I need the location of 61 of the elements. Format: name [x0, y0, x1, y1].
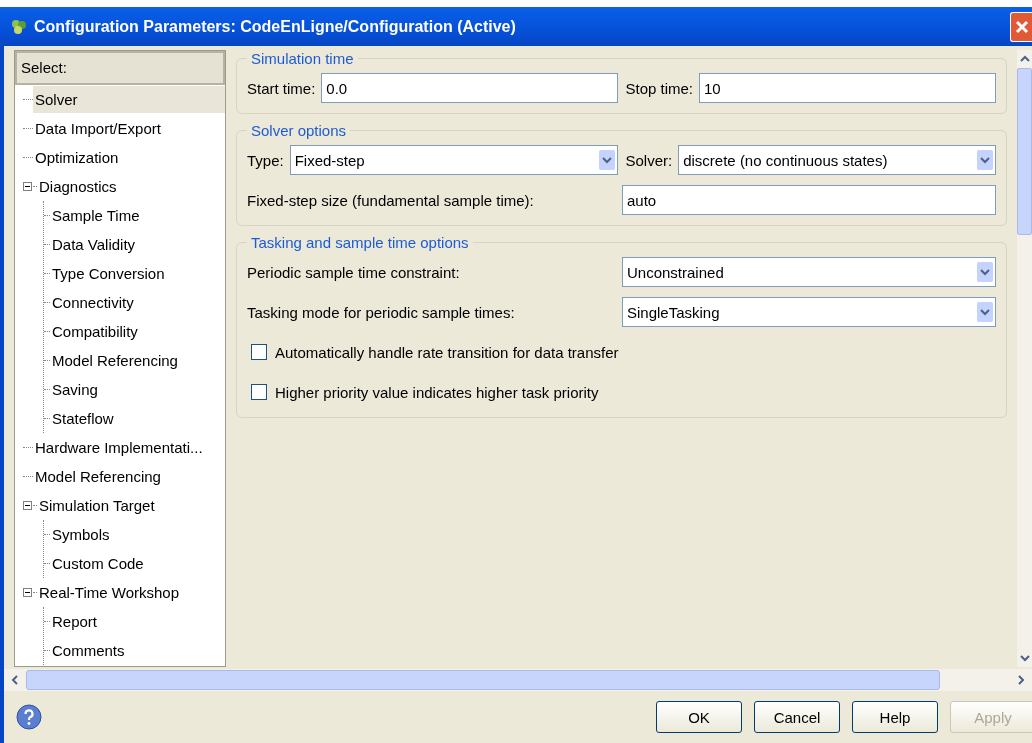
field-label: Start time: [247, 79, 316, 97]
tree-item[interactable]: Real-Time Workshop [37, 579, 182, 606]
collapse-icon[interactable] [23, 588, 32, 597]
tree-item[interactable]: Symbols [50, 521, 112, 548]
input-field[interactable]: 10 [699, 73, 996, 103]
field-label: Tasking mode for periodic sample times: [247, 303, 516, 321]
tree-item[interactable]: Data Validity [50, 231, 138, 258]
tree-header: Select: [15, 51, 225, 85]
scroll-thumb[interactable] [1017, 68, 1032, 235]
chevron-down-icon [977, 302, 993, 322]
checkbox[interactable] [251, 384, 267, 400]
dialog-button[interactable]: OK [656, 701, 742, 733]
section-title: Simulation time [250, 50, 355, 67]
leaf-cluster-icon [10, 17, 28, 36]
chevron-down-icon [977, 150, 993, 170]
horizontal-scrollbar[interactable] [4, 669, 1032, 691]
collapse-icon[interactable] [23, 182, 32, 191]
tree-item[interactable]: Hardware Implementati... [33, 434, 205, 461]
field-label: Fixed-step size (fundamental sample time): [247, 191, 535, 209]
checkbox-label: Higher priority value indicates higher task priority [275, 383, 600, 401]
input-field[interactable]: 0.0 [321, 73, 618, 103]
tree-item[interactable]: Custom Code [50, 550, 146, 577]
tree-item[interactable]: Saving [50, 376, 100, 403]
tree-item[interactable]: Connectivity [50, 289, 136, 316]
tree-item[interactable]: Model Referencing [50, 347, 180, 374]
tree-item[interactable]: Compatibility [50, 318, 140, 345]
tree-item[interactable]: Sample Time [50, 202, 142, 229]
collapse-icon[interactable] [23, 501, 32, 510]
section-title: Tasking and sample time options [250, 234, 470, 251]
input-field[interactable]: auto [622, 185, 996, 215]
tree-item[interactable]: Type Conversion [50, 260, 167, 287]
dropdown[interactable]: discrete (no continuous states) [678, 145, 996, 175]
tree-item[interactable]: Solver [33, 86, 225, 113]
tree-item[interactable]: Comments [50, 637, 127, 664]
scroll-thumb[interactable] [26, 670, 940, 690]
checkbox-label: Automatically handle rate transition for data transfer [275, 343, 620, 361]
tree-item[interactable]: Model Referencing [33, 463, 163, 490]
tree-item[interactable]: Report [50, 608, 100, 635]
dialog-button[interactable]: Help [852, 701, 938, 733]
checkbox[interactable] [251, 344, 267, 360]
chevron-down-icon [598, 150, 615, 170]
tree-item[interactable]: Simulation Target [37, 492, 157, 519]
dialog-button[interactable]: Cancel [754, 701, 840, 733]
field-label: Stop time: [625, 79, 694, 97]
help-icon[interactable] [16, 704, 42, 730]
close-icon [1014, 19, 1029, 34]
tree-item[interactable]: Optimization [33, 144, 121, 171]
dropdown[interactable]: Unconstrained [622, 257, 996, 287]
vertical-scrollbar[interactable] [1017, 50, 1032, 667]
tree-item[interactable]: Stateflow [50, 405, 116, 432]
field-label: Periodic sample time constraint: [247, 263, 461, 281]
section-title: Solver options [250, 122, 348, 139]
close-button[interactable] [1010, 11, 1032, 42]
dropdown[interactable]: Fixed-step [289, 145, 618, 175]
tree-item[interactable]: Diagnostics [37, 173, 119, 200]
dropdown[interactable]: SingleTasking [622, 297, 996, 327]
field-label: Solver: [625, 151, 673, 169]
tree-item[interactable]: Data Import/Export [33, 115, 163, 142]
chevron-down-icon [977, 262, 993, 282]
field-label: Type: [247, 151, 284, 169]
window-title: Configuration Parameters: CodeEnLigne/Configuration (Active) [34, 17, 517, 36]
